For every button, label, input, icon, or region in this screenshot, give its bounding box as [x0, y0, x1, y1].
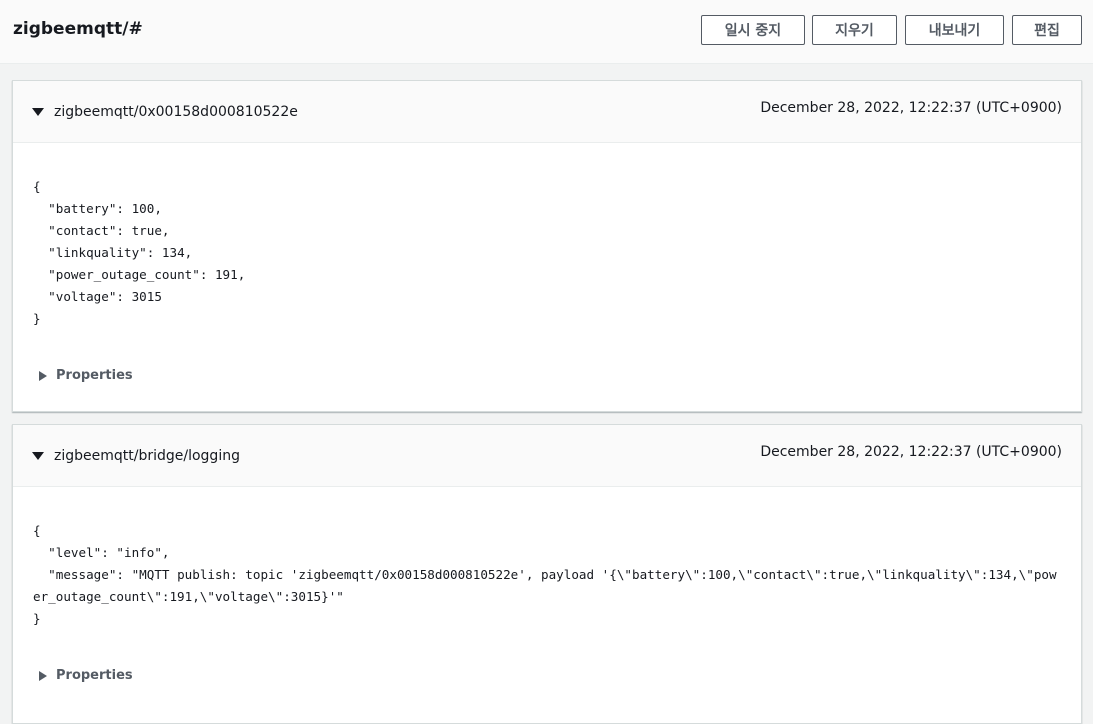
clear-button[interactable]: 지우기 [812, 15, 897, 45]
message-card-header[interactable]: zigbeemqtt/bridge/logging December 28, 2… [13, 425, 1081, 487]
subscription-topic-title: zigbeemqtt/# [13, 19, 143, 39]
properties-toggle[interactable]: Properties [39, 368, 133, 383]
properties-toggle[interactable]: Properties [39, 668, 133, 683]
message-timestamp: December 28, 2022, 12:22:37 (UTC+0900) [760, 100, 1062, 116]
message-card-header[interactable]: zigbeemqtt/0x00158d000810522e December 2… [13, 81, 1081, 143]
message-payload: { "level": "info", "message": "MQTT publ… [33, 523, 1057, 626]
pause-button[interactable]: 일시 중지 [701, 15, 805, 45]
edit-button[interactable]: 편집 [1012, 15, 1082, 45]
message-timestamp: December 28, 2022, 12:22:37 (UTC+0900) [760, 444, 1062, 460]
message-card: zigbeemqtt/bridge/logging December 28, 2… [12, 424, 1082, 724]
message-card: zigbeemqtt/0x00158d000810522e December 2… [12, 80, 1082, 412]
message-topic: zigbeemqtt/bridge/logging [54, 448, 240, 464]
properties-label: Properties [56, 668, 133, 683]
caret-down-icon[interactable] [32, 452, 44, 460]
caret-right-icon[interactable] [39, 370, 47, 381]
properties-label: Properties [56, 368, 133, 383]
caret-down-icon[interactable] [32, 108, 44, 116]
subscription-header: zigbeemqtt/# 일시 중지 지우기 내보내기 편집 [0, 0, 1093, 64]
caret-right-icon[interactable] [39, 670, 47, 681]
export-button[interactable]: 내보내기 [905, 15, 1004, 45]
message-payload: { "battery": 100, "contact": true, "link… [33, 179, 246, 326]
message-topic: zigbeemqtt/0x00158d000810522e [54, 104, 298, 120]
